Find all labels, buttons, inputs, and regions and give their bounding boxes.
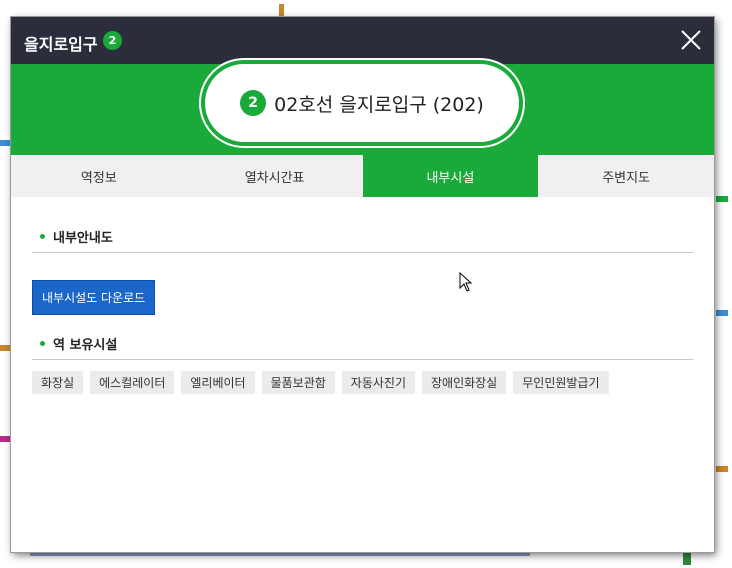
map-line-segment: [716, 196, 728, 202]
map-line-segment: [0, 436, 10, 442]
facility-chip: 화장실: [32, 371, 84, 394]
tab-bar: 역정보 열차시간표 내부시설 주변지도: [11, 155, 714, 197]
map-line-segment: [279, 4, 284, 16]
facility-chip: 장애인화장실: [421, 371, 507, 394]
station-name-pill: 2 02호선 을지로입구 (202): [201, 60, 523, 146]
section-facilities-header: 역 보유시설: [32, 334, 693, 360]
map-line-segment: [30, 553, 530, 556]
section-guide-header: 내부안내도: [32, 227, 693, 253]
download-floorplan-button[interactable]: 내부시설도 다운로드: [32, 280, 156, 315]
modal-titlebar: 을지로입구 2: [11, 17, 714, 64]
facility-chip: 무인민원발급기: [513, 371, 609, 394]
map-line-segment: [716, 310, 728, 316]
facility-list: 화장실 에스컬레이터 엘리베이터 물품보관함 자동사진기 장애인화장실 무인민원…: [32, 371, 693, 394]
facility-chip: 물품보관함: [261, 371, 335, 394]
tab-station-info[interactable]: 역정보: [11, 155, 187, 197]
close-icon: [681, 30, 701, 50]
station-header-band: 2 02호선 을지로입구 (202): [11, 60, 714, 155]
map-line-segment: [0, 140, 10, 146]
tab-facilities[interactable]: 내부시설: [362, 155, 539, 197]
map-line-segment: [716, 466, 728, 472]
station-info-modal: 을지로입구 2 2 02호선 을지로입구 (202) 역정보 열차시간표 내부시…: [11, 17, 714, 552]
facility-chip: 에스컬레이터: [90, 371, 175, 394]
map-line-segment: [683, 553, 691, 565]
line-badge: 2: [103, 31, 122, 50]
section-guide-title: 내부안내도: [53, 231, 113, 246]
tab-timetable[interactable]: 열차시간표: [187, 155, 363, 197]
bullet-dot-icon: [40, 341, 45, 346]
facility-chip: 자동사진기: [341, 371, 415, 394]
bullet-dot-icon: [40, 234, 45, 239]
line-number-circle: 2: [240, 90, 267, 116]
facilities-content: 내부안내도 내부시설도 다운로드 역 보유시설 화장실 에스컬레이터 엘리베이터…: [11, 227, 714, 394]
map-line-segment: [0, 345, 10, 351]
section-facilities-title: 역 보유시설: [53, 338, 118, 353]
mouse-pointer-icon: [459, 272, 473, 292]
close-button[interactable]: [680, 29, 702, 51]
station-name: 02호선 을지로입구 (202): [274, 93, 484, 116]
tab-nearby-map[interactable]: 주변지도: [538, 155, 714, 197]
facility-chip: 엘리베이터: [181, 371, 255, 394]
modal-title: 을지로입구: [24, 35, 98, 54]
